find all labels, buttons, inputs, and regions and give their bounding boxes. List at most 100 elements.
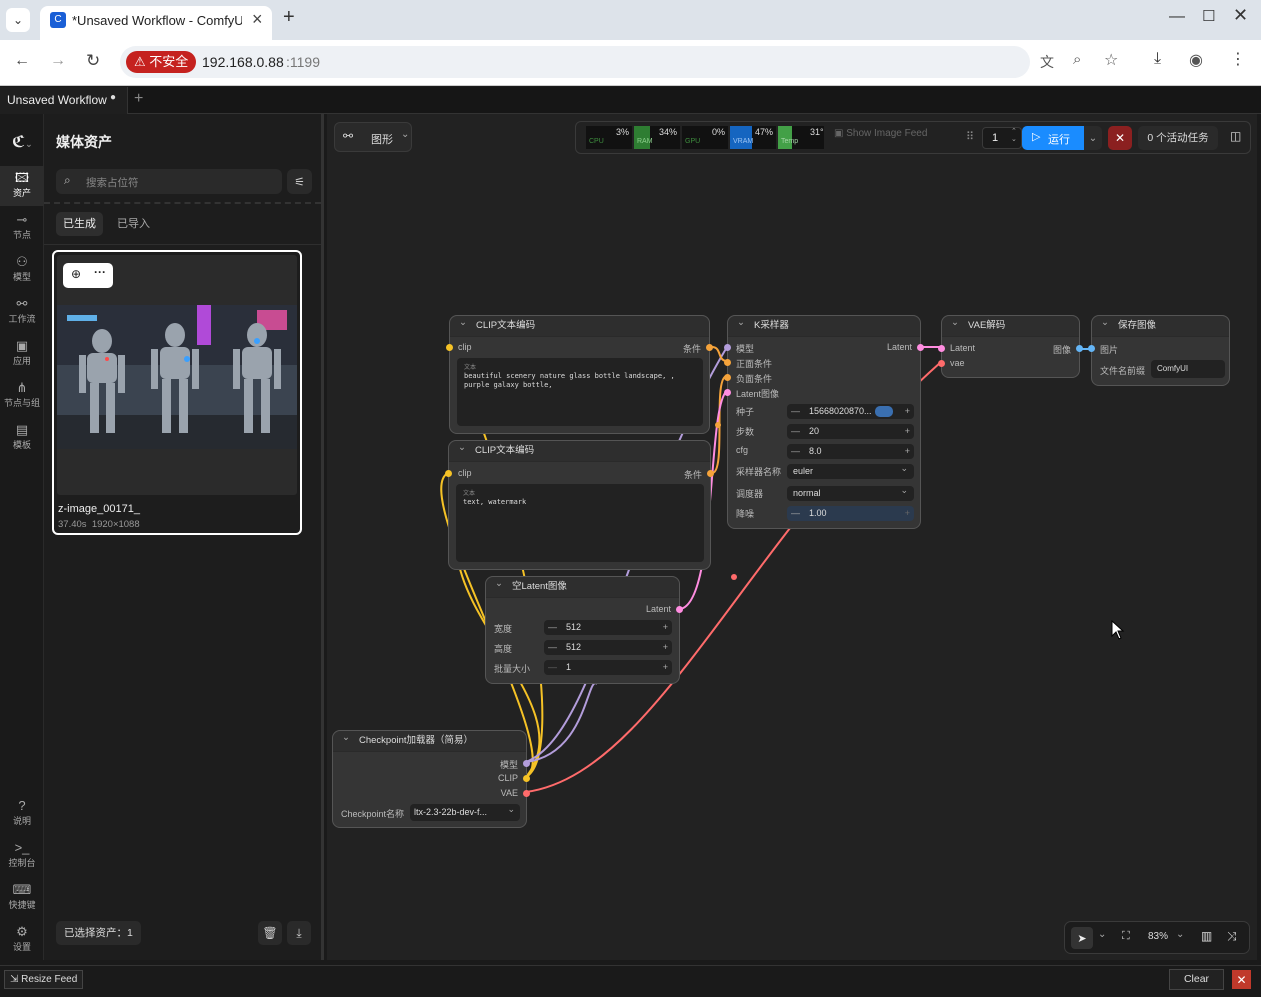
random-seed-icon[interactable] — [875, 406, 893, 417]
increment-icon[interactable]: + — [905, 444, 910, 459]
tab-imported[interactable]: 已导入 — [117, 212, 150, 236]
output-slot-conditioning[interactable] — [706, 344, 713, 351]
input-slot-latent[interactable] — [938, 345, 945, 352]
chevron-down-icon[interactable]: ⌄ — [1176, 929, 1184, 940]
output-slot-latent[interactable] — [917, 344, 924, 351]
input-slot-positive[interactable] — [724, 359, 731, 366]
stepper-icon[interactable]: ⌃ ⌄ — [1011, 127, 1017, 143]
filter-settings-icon[interactable]: ⚟ — [287, 169, 312, 194]
output-slot-clip[interactable] — [523, 775, 530, 782]
increment-icon[interactable]: + — [663, 660, 668, 675]
decrement-icon[interactable]: — — [791, 506, 800, 521]
translate-icon[interactable]: 文 — [1040, 52, 1054, 72]
checkpoint-select[interactable]: ltx-2.3-22b-dev-f... ⌄ — [410, 804, 520, 821]
maximize-icon[interactable]: ☐ — [1202, 7, 1215, 25]
node-title[interactable]: CLIP文本编码 — [450, 313, 709, 337]
active-tasks-button[interactable]: 0 个活动任务 — [1138, 126, 1218, 150]
node-title[interactable]: VAE解码 — [942, 313, 1079, 337]
node-title[interactable]: Checkpoint加载器（简易） — [333, 728, 526, 752]
scheduler-select[interactable]: normal ⌄ — [787, 485, 914, 501]
profile-icon[interactable]: ◉ — [1189, 50, 1203, 70]
output-slot-vae[interactable] — [523, 790, 530, 797]
output-slot-image[interactable] — [1076, 345, 1083, 352]
sampler-select[interactable]: euler ⌄ — [787, 463, 914, 479]
select-cursor-icon[interactable]: ➤ — [1071, 927, 1093, 949]
chevron-down-icon[interactable]: ⌄ — [1098, 929, 1106, 940]
input-slot-clip[interactable] — [446, 344, 453, 351]
toggle-panel-icon[interactable]: ◫ — [1230, 129, 1241, 143]
more-icon[interactable]: ··· — [94, 265, 106, 279]
prompt-textarea[interactable]: 文本 beautiful scenery nature glass bottle … — [457, 358, 703, 426]
show-image-feed-button[interactable]: ▣ Show Image Feed — [834, 128, 927, 139]
node-empty-latent-image[interactable]: 空Latent图像 Latent 宽度 —512+ 高度 —512+ 批量大小 … — [485, 574, 683, 684]
trash-icon[interactable]: 🗑 — [258, 921, 282, 945]
node-title[interactable]: 保存图像 — [1092, 313, 1229, 337]
input-slot-model[interactable] — [724, 344, 731, 351]
rail-help[interactable]: ? 说明 — [0, 794, 44, 834]
search-input[interactable]: ⌕ 搜索占位符 — [56, 169, 282, 194]
decrement-icon[interactable]: — — [791, 444, 800, 459]
height-widget[interactable]: — 512 + — [544, 640, 672, 655]
asset-card[interactable]: ⊕ ··· z-image_00171_ 37.40s 1920×1088 — [52, 250, 302, 535]
back-icon[interactable]: ← — [14, 52, 30, 70]
increment-icon[interactable]: + — [905, 404, 910, 419]
input-slot-negative[interactable] — [724, 374, 731, 381]
decrement-icon[interactable]: — — [791, 404, 800, 419]
add-workflow-icon[interactable]: + — [134, 90, 143, 108]
window-close-icon[interactable]: ✕ — [1233, 5, 1248, 26]
increment-icon[interactable]: + — [663, 640, 668, 655]
input-slot-vae[interactable] — [938, 360, 945, 367]
reload-icon[interactable]: ↻ — [86, 51, 100, 71]
graph-mode-select[interactable]: ⚯ 图形 ⌄ — [334, 122, 412, 152]
fit-view-icon[interactable]: ⛶ — [1122, 930, 1130, 943]
node-title[interactable]: 空Latent图像 — [486, 574, 679, 598]
address-bar[interactable]: ⚠ 不安全 192.168.0.88 :1199 — [120, 46, 1030, 78]
rail-settings[interactable]: ⚙ 设置 — [0, 920, 44, 960]
decrement-icon[interactable]: — — [548, 620, 557, 635]
decrement-icon[interactable]: — — [791, 424, 800, 439]
browser-menu-icon[interactable]: ⋮ — [1230, 49, 1246, 69]
forward-icon[interactable]: → — [50, 52, 66, 70]
insecure-badge[interactable]: ⚠ 不安全 — [126, 51, 197, 73]
decrement-icon[interactable]: — — [548, 660, 557, 675]
close-tab-icon[interactable]: × — [252, 9, 263, 30]
minimize-icon[interactable]: — — [1169, 8, 1185, 26]
increment-icon[interactable]: + — [905, 424, 910, 439]
download-icon[interactable]: ⤓ — [1154, 50, 1161, 68]
close-feed-icon[interactable]: ✕ — [1232, 970, 1251, 989]
zoom-icon[interactable]: ⌕ — [1073, 51, 1081, 68]
input-slot-latent[interactable] — [724, 389, 731, 396]
rail-nodes[interactable]: ⊸ 节点 — [0, 208, 44, 248]
rail-models[interactable]: ⚇ 模型 — [0, 250, 44, 290]
output-slot-conditioning[interactable] — [707, 470, 714, 477]
rail-templates[interactable]: ▤ 模板 — [0, 418, 44, 458]
width-widget[interactable]: — 512 + — [544, 620, 672, 635]
graph-canvas[interactable]: ⚯ 图形 ⌄ CPU 3% RAM 34% GPU 0% VRAM 47% Temp 31… — [327, 114, 1257, 960]
new-tab-icon[interactable]: + — [283, 6, 295, 29]
batch-size-widget[interactable]: — 1 + — [544, 660, 672, 675]
clear-button[interactable]: Clear — [1169, 969, 1224, 990]
minimap-icon[interactable]: ▥ — [1201, 929, 1212, 943]
node-checkpoint-loader[interactable]: Checkpoint加载器（简易） 模型 CLIP VAE Checkpoint… — [332, 728, 530, 828]
bookmark-star-icon[interactable]: ☆ — [1104, 50, 1118, 70]
node-title[interactable]: CLIP文本编码 — [449, 438, 710, 462]
batch-count-input[interactable]: 1 ⌃ ⌄ — [982, 127, 1022, 149]
input-slot-images[interactable] — [1088, 345, 1095, 352]
node-title[interactable]: K采样器 — [728, 313, 920, 337]
seed-widget[interactable]: — 15668020870... + — [787, 404, 914, 419]
output-slot-model[interactable] — [523, 760, 530, 767]
node-clip-text-encode-negative[interactable]: CLIP文本编码 clip 条件 文本text, watermark — [445, 438, 714, 570]
zoom-in-icon[interactable]: ⊕ — [71, 267, 81, 281]
cfg-widget[interactable]: — 8.0 + — [787, 444, 914, 459]
input-slot-clip[interactable] — [445, 470, 452, 477]
zoom-level[interactable]: 83% — [1148, 931, 1168, 942]
rail-node-groups[interactable]: ⋔ 节点与组 — [0, 376, 44, 416]
node-ksampler[interactable]: K采样器 模型 正面条件 负面条件 Latent图像 Latent 种子 — 15… — [724, 313, 924, 529]
resize-feed-button[interactable]: ⇲ Resize Feed — [4, 970, 84, 989]
comfy-logo-icon[interactable]: ℭ⌄ — [12, 132, 33, 152]
node-clip-text-encode-positive[interactable]: CLIP文本编码 clip 条件 文本beautiful scenery nat… — [446, 313, 713, 434]
prompt-textarea[interactable]: 文本 text, watermark — [456, 484, 704, 562]
workflow-tab[interactable]: Unsaved Workflow ● — [0, 87, 128, 114]
node-vae-decode[interactable]: VAE解码 Latent vae 图像 — [938, 313, 1083, 378]
node-save-image[interactable]: 保存图像 图片 文件名前缀 ComfyUI — [1088, 313, 1230, 386]
